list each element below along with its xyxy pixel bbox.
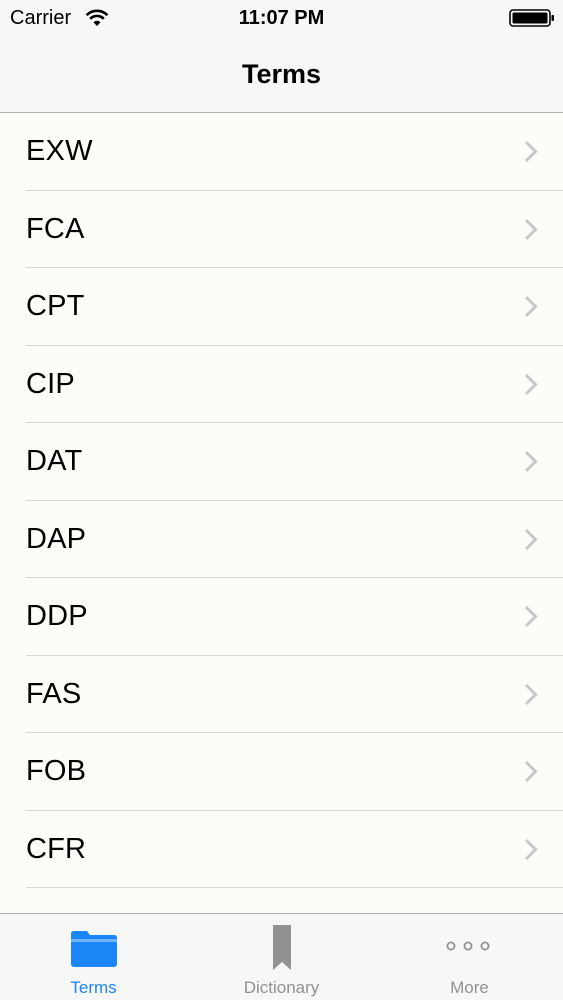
terms-list[interactable]: EXW FCA CPT CIP DAT DAP DDP FAS FOB CFR — [0, 113, 563, 913]
tab-more[interactable]: More — [376, 914, 563, 1000]
list-item-term[interactable]: DAP — [0, 501, 563, 579]
chevron-right-icon — [524, 605, 538, 628]
term-label: FCA — [26, 212, 85, 245]
chevron-right-icon — [524, 450, 538, 473]
term-label: DDP — [26, 600, 88, 632]
chevron-right-icon — [524, 683, 538, 705]
list-item-term[interactable]: CPT — [0, 268, 563, 346]
list-item-term[interactable]: DDP — [0, 578, 563, 656]
tab-dictionary[interactable]: Dictionary — [188, 914, 375, 1000]
top-bar: Carrier 11:07 PM Terms — [0, 0, 563, 113]
term-label: DAT — [26, 445, 83, 477]
term-label: CFR — [26, 832, 87, 865]
term-label: EXW — [26, 135, 93, 167]
list-item-term[interactable]: DAT — [0, 423, 563, 501]
status-bar: Carrier 11:07 PM — [0, 0, 563, 36]
term-label: CPT — [26, 290, 85, 322]
chevron-right-icon — [524, 140, 538, 163]
chevron-right-icon — [524, 218, 538, 240]
chevron-right-icon — [524, 295, 538, 318]
list-item-term[interactable]: CFR — [0, 811, 563, 889]
tab-label: Terms — [70, 978, 117, 997]
list-item-term[interactable]: FCA — [0, 191, 563, 269]
term-label: FOB — [26, 755, 87, 787]
battery-icon — [509, 9, 554, 27]
bookmark-icon — [273, 925, 291, 970]
chevron-right-icon — [524, 528, 538, 550]
chevron-right-icon — [524, 760, 538, 783]
list-item-term[interactable]: FAS — [0, 656, 563, 734]
nav-title: Terms — [241, 59, 322, 89]
status-time: 11:07 PM — [238, 7, 325, 29]
tab-label: Dictionary — [243, 978, 320, 997]
tab-terms[interactable]: Terms — [0, 914, 187, 1000]
more-icon — [446, 941, 490, 951]
chevron-right-icon — [524, 373, 538, 395]
chevron-right-icon — [524, 838, 538, 860]
list-item-term[interactable]: FOB — [0, 733, 563, 811]
term-label: CIP — [26, 367, 75, 400]
tab-label: More — [450, 978, 489, 997]
term-label: FAS — [26, 677, 82, 710]
terms-screen: Carrier 11:07 PM Terms EXW FCA CPT CIP D… — [0, 0, 563, 1000]
list-item-term[interactable]: CIP — [0, 346, 563, 424]
tab-bar: Terms Dictionary More — [0, 913, 563, 1000]
folder-icon — [71, 931, 117, 967]
term-label: DAP — [26, 522, 87, 555]
list-item-term[interactable]: EXW — [0, 113, 563, 191]
